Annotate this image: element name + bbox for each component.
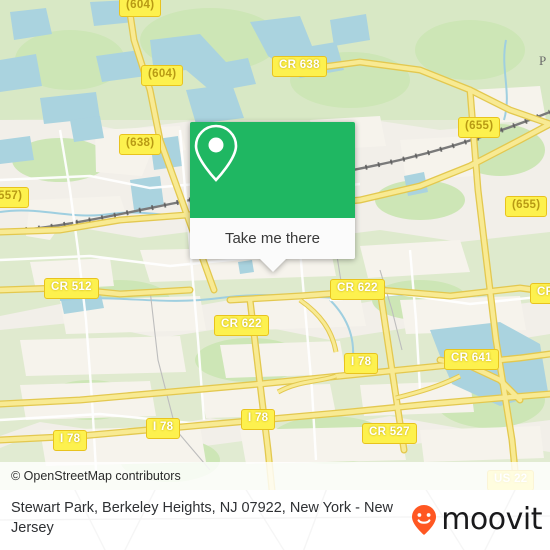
road-shield: CR 512: [44, 278, 99, 299]
road-shield: I 78: [53, 430, 88, 451]
road-shield: (655): [505, 196, 548, 217]
road-shield: CR: [530, 283, 550, 304]
road-shield: CR 638: [272, 56, 327, 77]
moovit-map-screenshot: (604) (604) CR 638 (638) (655) (655) 557) CR 51…: [0, 0, 550, 550]
road-shield: CR 527: [362, 423, 417, 444]
moovit-logo[interactable]: moovit: [407, 503, 542, 537]
moovit-wordmark: moovit: [441, 502, 542, 537]
road-shield: (604): [119, 0, 162, 17]
road-shield: CR 622: [214, 315, 269, 336]
map-canvas[interactable]: (604) (604) CR 638 (638) (655) (655) 557) CR 51…: [0, 0, 550, 490]
attribution-text[interactable]: © OpenStreetMap contributors: [0, 469, 181, 483]
location-popup[interactable]: Take me there: [190, 122, 355, 272]
road-shield: I 78: [146, 418, 181, 439]
moovit-pin-smiley-icon: [412, 505, 437, 535]
road-shield: (638): [119, 134, 162, 155]
road-shield: CR 641: [444, 349, 499, 370]
popup-action-label: Take me there: [224, 230, 321, 247]
footer-bar: Stewart Park, Berkeley Heights, NJ 07922…: [0, 490, 550, 550]
road-shield: 557): [0, 187, 30, 208]
popup-header: [190, 122, 355, 218]
road-shield: (655): [458, 117, 501, 138]
popup-tail: [259, 259, 286, 272]
road-shield: I 78: [344, 353, 379, 374]
page-title: Stewart Park, Berkeley Heights, NJ 07922…: [11, 500, 393, 536]
popup-action[interactable]: Take me there: [190, 218, 355, 272]
road-shield: I 78: [241, 409, 276, 430]
map-pin-outline-icon: [194, 124, 238, 182]
map-attribution-bar: © OpenStreetMap contributors: [0, 462, 550, 490]
road-shield: (604): [141, 65, 184, 86]
road-shield: CR 622: [330, 279, 385, 300]
place-label: P: [539, 53, 547, 68]
